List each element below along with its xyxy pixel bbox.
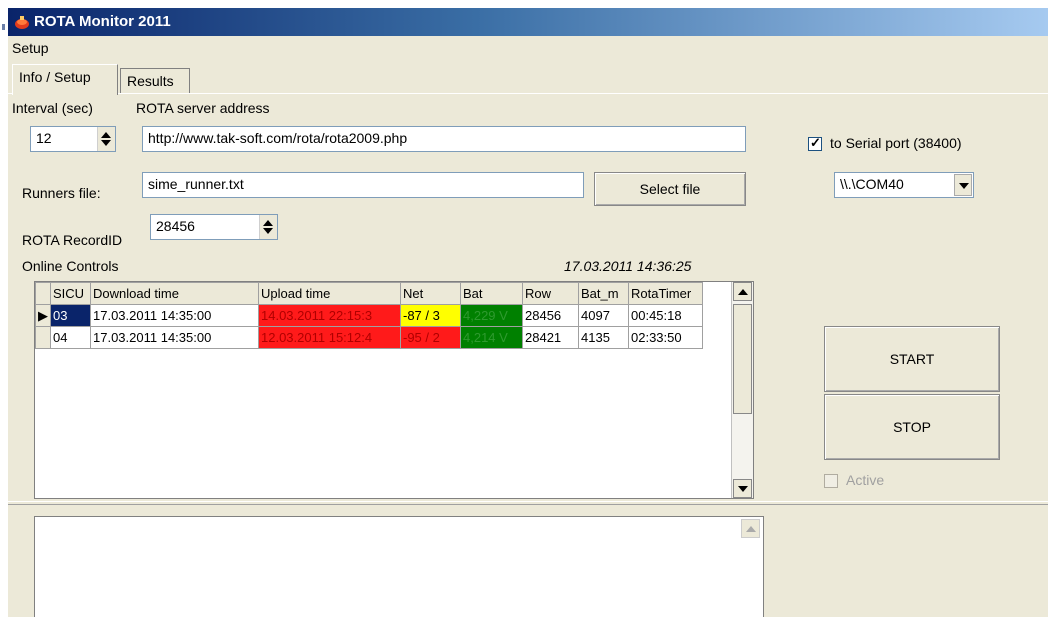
chevron-down-icon[interactable] [954,174,972,196]
runners-file-value: sime_runner.txt [148,176,244,192]
server-address-input[interactable]: http://www.tak-soft.com/rota/rota2009.ph… [142,126,746,152]
online-controls-label: Online Controls [22,258,119,274]
server-address-value: http://www.tak-soft.com/rota/rota2009.ph… [148,130,408,146]
menu-setup[interactable]: Setup [12,40,49,56]
title-bar[interactable]: ROTA Monitor 2011 [8,8,1048,36]
runners-file-label: Runners file: [22,185,101,201]
cell-sicu[interactable]: 03 [50,304,91,327]
online-controls-grid[interactable]: SICU Download time Upload time Net Bat R… [34,281,754,499]
interval-spinner[interactable]: 12 [30,126,116,152]
serial-port-label: to Serial port (38400) [830,135,962,151]
menu-bar: Setup [8,37,1048,61]
spin-up-icon[interactable] [263,220,273,226]
runners-file-input[interactable]: sime_runner.txt [142,172,584,198]
scroll-down-icon[interactable] [733,479,752,498]
app-icon [15,16,29,29]
cell-bat[interactable]: 4,229 V [460,304,523,327]
col-upload-time[interactable]: Upload time [258,282,401,305]
row-indicator [35,326,51,349]
col-net[interactable]: Net [400,282,461,305]
start-button[interactable]: START [824,326,1000,392]
window-title: ROTA Monitor 2011 [34,13,171,30]
select-file-button[interactable]: Select file [594,172,746,206]
recordid-spinner[interactable]: 28456 [150,214,278,240]
grid-scrollbar[interactable] [731,282,753,498]
scroll-thumb[interactable] [733,304,752,414]
panel-splitter[interactable] [8,501,1048,505]
recordid-value: 28456 [156,218,195,234]
start-label: START [889,351,935,367]
col-bat[interactable]: Bat [460,282,523,305]
col-bat-m[interactable]: Bat_m [578,282,629,305]
cell-timer[interactable]: 02:33:50 [628,326,703,349]
interval-value: 12 [36,130,52,146]
row-indicator-header [35,282,51,305]
cell-bat[interactable]: 4,214 V [460,326,523,349]
server-address-label: ROTA server address [136,100,270,116]
stop-label: STOP [893,419,931,435]
main-window: ROTA Monitor 2011 Setup Info / Setup Res… [8,8,1048,617]
interval-spin-buttons[interactable] [97,127,115,151]
scroll-up-icon[interactable] [741,519,760,538]
spin-down-icon[interactable] [101,140,111,146]
recordid-spin-buttons[interactable] [259,215,277,239]
col-rotatimer[interactable]: RotaTimer [628,282,703,305]
cell-net[interactable]: -87 / 3 [400,304,461,327]
col-row[interactable]: Row [522,282,579,305]
cell-bat-m[interactable]: 4135 [578,326,629,349]
last-update-timestamp: 17.03.2011 14:36:25 [564,258,692,274]
table-header-row: SICU Download time Upload time Net Bat R… [35,282,703,305]
cell-download[interactable]: 17.03.2011 14:35:00 [90,326,259,349]
tab-strip: Info / Setup Results [8,64,1048,95]
scroll-up-icon[interactable] [733,282,752,301]
stop-button[interactable]: STOP [824,394,1000,460]
spin-up-icon[interactable] [101,132,111,138]
col-download-time[interactable]: Download time [90,282,259,305]
cell-net[interactable]: -95 / 2 [400,326,461,349]
memo-scrollbar[interactable] [741,519,761,617]
active-checkbox[interactable] [824,474,838,488]
row-pointer-icon: ▶ [35,304,51,327]
table-row[interactable]: ▶ 03 17.03.2011 14:35:00 14.03.2011 22:1… [35,304,703,327]
select-file-label: Select file [639,181,701,197]
spin-down-icon[interactable] [263,228,273,234]
tab-info-setup[interactable]: Info / Setup [12,64,118,95]
cell-sicu[interactable]: 04 [50,326,91,349]
serial-port-checkbox[interactable] [808,135,822,151]
cell-upload[interactable]: 14.03.2011 22:15:3 [258,304,401,327]
cell-download[interactable]: 17.03.2011 14:35:00 [90,304,259,327]
cell-row[interactable]: 28421 [522,326,579,349]
table-row[interactable]: 04 17.03.2011 14:35:00 12.03.2011 15:12:… [35,326,703,349]
tab-results[interactable]: Results [120,68,190,94]
cell-timer[interactable]: 00:45:18 [628,304,703,327]
edge-marker [2,24,5,30]
cell-bat-m[interactable]: 4097 [578,304,629,327]
interval-label: Interval (sec) [12,100,93,116]
tab-divider [8,93,1048,94]
active-label: Active [846,472,885,488]
com-port-select[interactable]: \\.\COM40 [834,172,974,198]
cell-upload[interactable]: 12.03.2011 15:12:4 [258,326,401,349]
log-memo[interactable] [34,516,764,617]
controls-table: SICU Download time Upload time Net Bat R… [35,282,703,349]
com-port-value: \\.\COM40 [840,176,904,192]
cell-row[interactable]: 28456 [522,304,579,327]
recordid-label: ROTA RecordID [22,232,123,248]
col-sicu[interactable]: SICU [50,282,91,305]
left-edge [0,8,8,617]
